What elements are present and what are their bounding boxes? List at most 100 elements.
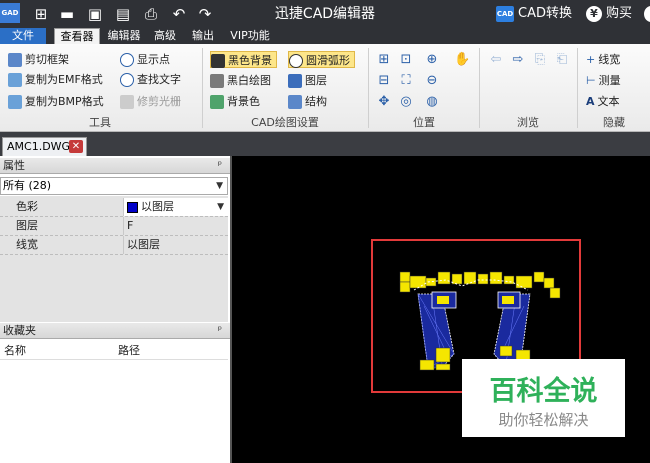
structure-icon: [288, 95, 302, 109]
smooth-arcs-label: 圆滑弧形: [306, 54, 350, 67]
property-value: 以图层: [141, 200, 174, 213]
yen-icon: ¥: [586, 5, 602, 22]
copy-bmp-icon: [8, 95, 22, 109]
move-icon[interactable]: ✥: [376, 94, 392, 110]
show-points-label: 显示点: [137, 53, 170, 66]
property-value[interactable]: F: [123, 217, 228, 235]
copy-emf-label: 复制为EMF格式: [25, 73, 103, 86]
property-row: 图层 F: [0, 217, 228, 236]
property-row: 线宽 以图层: [0, 236, 228, 255]
pin-icon[interactable]: ᵖ: [218, 158, 222, 174]
column-path[interactable]: 路径: [118, 342, 140, 360]
group-label-tools: 工具: [89, 116, 111, 129]
fit-window-icon[interactable]: ⊞: [376, 52, 392, 68]
fullscreen-icon[interactable]: ⛶: [398, 73, 414, 89]
group-label-hide: 隐藏: [603, 116, 625, 129]
trim-raster-button[interactable]: 修剪光栅: [120, 93, 181, 110]
black-background-button[interactable]: 黑色背景: [210, 51, 277, 68]
page-back-icon[interactable]: ⎗: [554, 52, 570, 68]
color-property-dropdown[interactable]: 以图层 ▼: [123, 198, 228, 216]
measure-button[interactable]: ⊢ 测量: [586, 72, 621, 89]
object-selector-value: 所有 (28): [3, 179, 52, 192]
copy-bmp-button[interactable]: 复制为BMP格式: [8, 93, 104, 110]
ribbon: 剪切框架 复制为EMF格式 复制为BMP格式 显示点 查找文字 修剪光栅 工具 …: [0, 44, 650, 132]
tab-vip[interactable]: VIP功能: [226, 28, 274, 44]
cad-convert-icon: CAD: [496, 5, 514, 22]
find-text-button[interactable]: 查找文字: [120, 71, 181, 88]
structure-label: 结构: [305, 95, 327, 108]
buy-button[interactable]: ¥ 购买: [586, 5, 632, 23]
smooth-arcs-icon: [289, 54, 303, 68]
line-width-button[interactable]: + 线宽: [586, 51, 620, 68]
ribbon-separator: [368, 48, 369, 128]
layers-button[interactable]: 图层: [288, 72, 327, 89]
color-swatch: [127, 201, 138, 213]
page-forward-icon[interactable]: ⎘: [532, 52, 548, 68]
zoom-previous-icon[interactable]: ◍: [424, 94, 440, 110]
group-label-position: 位置: [413, 116, 435, 129]
save-icon[interactable]: ▣: [86, 5, 104, 23]
trim-raster-icon: [120, 95, 134, 109]
property-row: 色彩 以图层 ▼: [0, 198, 228, 217]
pin-icon[interactable]: ᵖ: [218, 323, 222, 339]
tab-viewer[interactable]: 查看器: [54, 28, 100, 44]
line-width-label: 线宽: [598, 53, 621, 66]
property-grid: 色彩 以图层 ▼ 图层 F 线宽 以图层: [0, 196, 228, 322]
tab-editor[interactable]: 编辑器: [104, 28, 144, 44]
clip-frame-button[interactable]: 剪切框架: [8, 51, 69, 68]
background-color-label: 背景色: [227, 95, 260, 108]
clip-frame-label: 剪切框架: [25, 53, 69, 66]
pcb-drawing: [399, 271, 561, 371]
black-background-icon: [211, 54, 225, 68]
zoom-window-icon[interactable]: ⊡: [398, 52, 414, 68]
menu-file[interactable]: 文件: [0, 28, 46, 44]
property-value[interactable]: 以图层: [123, 236, 228, 254]
close-icon[interactable]: ✕: [69, 140, 83, 153]
document-tab[interactable]: AMC1.DWG ✕: [2, 137, 87, 156]
bw-drawing-icon: [210, 74, 224, 88]
open-folder-icon[interactable]: ▬: [58, 5, 76, 23]
copy-bmp-label: 复制为BMP格式: [25, 95, 104, 108]
object-selector[interactable]: 所有 (28) ▼: [0, 177, 228, 195]
print-icon[interactable]: ⎙: [142, 5, 160, 23]
new-file-icon[interactable]: ⊞: [32, 5, 50, 23]
find-text-icon: [120, 73, 134, 87]
bw-drawing-label: 黑白绘图: [227, 74, 271, 87]
show-points-button[interactable]: 显示点: [120, 51, 170, 68]
document-tab-bar: AMC1.DWG ✕: [0, 132, 650, 156]
redo-icon[interactable]: ↷: [196, 5, 214, 23]
copy-emf-button[interactable]: 复制为EMF格式: [8, 71, 103, 88]
properties-title: 属性: [3, 159, 25, 172]
zoom-in-icon[interactable]: ⊕: [424, 52, 440, 68]
extents-icon[interactable]: ⊟: [376, 73, 392, 89]
left-panel: 属性 ᵖ 所有 (28) ▼ 色彩 以图层 ▼ 图层 F 线宽 以图层 收藏夹 …: [0, 156, 230, 463]
tab-output[interactable]: 输出: [188, 28, 218, 44]
background-color-button[interactable]: 背景色: [210, 93, 260, 110]
watermark-overlay: 百科全说 助你轻松解决: [462, 359, 625, 437]
column-name[interactable]: 名称: [4, 342, 26, 360]
save-as-icon[interactable]: ▤: [114, 5, 132, 23]
pan-hand-icon[interactable]: ✋: [454, 52, 470, 68]
zoom-out-icon[interactable]: ⊖: [424, 73, 440, 89]
structure-button[interactable]: 结构: [288, 93, 327, 110]
bw-drawing-button[interactable]: 黑白绘图: [210, 72, 271, 89]
undo-icon[interactable]: ↶: [170, 5, 188, 23]
favorites-title: 收藏夹: [3, 324, 36, 337]
smooth-arcs-button[interactable]: 圆滑弧形: [288, 51, 355, 68]
text-button[interactable]: A 文本: [586, 93, 620, 110]
copy-emf-icon: [8, 73, 22, 87]
measure-label: 测量: [598, 74, 621, 87]
group-label-browse: 浏览: [517, 116, 539, 129]
layers-icon: [288, 74, 302, 88]
user-icon[interactable]: [644, 6, 650, 22]
find-text-label: 查找文字: [137, 73, 181, 86]
cad-convert-button[interactable]: CAD CAD转换: [496, 5, 572, 23]
back-arrow-icon[interactable]: ⇦: [488, 52, 504, 68]
show-points-icon: [120, 53, 134, 67]
cad-convert-label: CAD转换: [518, 6, 572, 21]
forward-arrow-icon[interactable]: ⇨: [510, 52, 526, 68]
zoom-realtime-icon[interactable]: ◎: [398, 94, 414, 110]
app-logo: GAD: [0, 3, 20, 23]
text-label: 文本: [597, 95, 620, 108]
tab-advanced[interactable]: 高级: [150, 28, 180, 44]
